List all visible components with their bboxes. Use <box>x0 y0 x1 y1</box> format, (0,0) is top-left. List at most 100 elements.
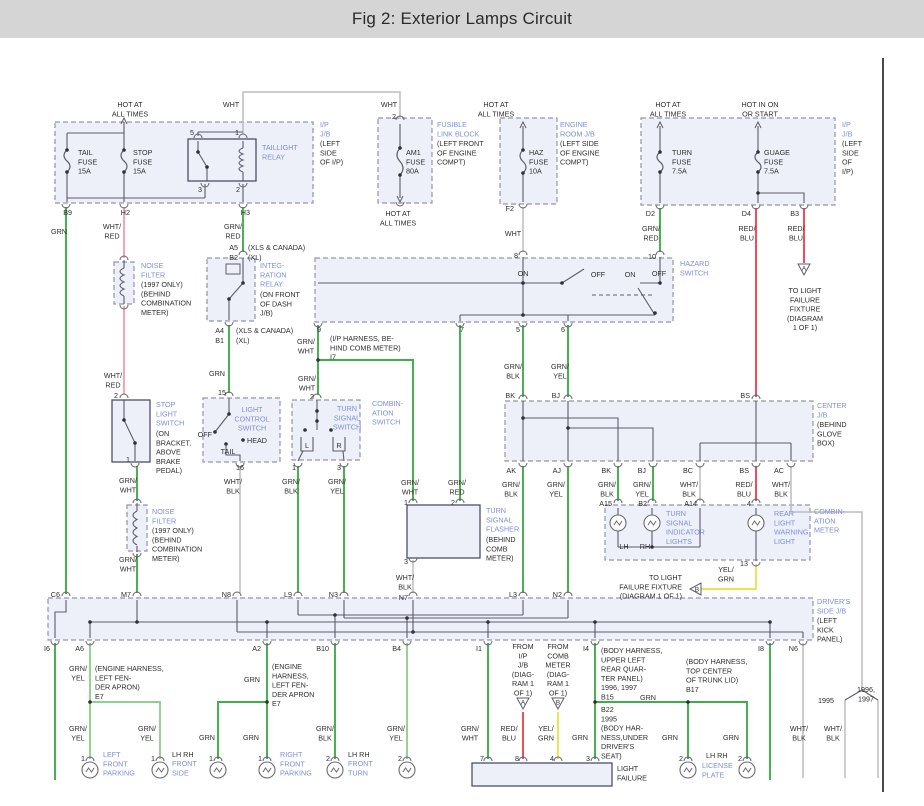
junction-dot <box>560 281 564 285</box>
wire-label: M7 <box>121 590 131 599</box>
connector-arc-icon <box>119 393 129 399</box>
wire-label: 2 <box>679 754 683 763</box>
wire-label: TO LIGHT FAILURE FIXTURE (DIAGRAM 1 OF 1) <box>619 573 682 601</box>
wire-label: 2 <box>114 391 118 400</box>
junction-dot <box>133 441 137 445</box>
wire-label: A4 <box>215 326 224 335</box>
wire-label: 2 <box>392 112 396 121</box>
component-name-label: TURN SIGNAL FLASHER <box>486 506 519 534</box>
wire-label: RH <box>640 542 650 551</box>
wire-label: A15 <box>599 499 612 508</box>
component-name-label: LICENSE PLATE <box>702 761 733 779</box>
wire-label: B1 <box>215 336 224 345</box>
wire-label: BJ <box>638 466 647 475</box>
wire-label: 3 <box>198 185 202 194</box>
wiring-diagram-page: A B A B HOT AT ALL TIMES WHT WHT HOT AT ALL TIMES… <box>0 0 924 806</box>
junction-dot <box>686 700 690 704</box>
wire-label: GRN/YEL <box>633 480 651 498</box>
junction-dot <box>316 358 320 362</box>
wire-label: LH RH <box>348 750 370 759</box>
wire-label: L3 <box>509 590 517 599</box>
component-box <box>471 762 613 787</box>
wire-label: AC <box>774 466 784 475</box>
wire-label: GRN <box>572 733 588 742</box>
wire-label: GRN <box>662 733 678 742</box>
junction-dot <box>213 430 217 434</box>
wire-label: LIGHT FAILURE <box>617 764 647 782</box>
component-name-label: FRONT TURN <box>348 759 373 777</box>
wire-label: GRN/WHT <box>297 337 315 355</box>
wire-label: 8 <box>515 754 519 763</box>
wire-label: N6 <box>789 644 798 653</box>
wire-label: RED/BLU <box>735 480 752 498</box>
junction-dot <box>65 170 69 174</box>
wire-label: 1995 <box>818 696 834 705</box>
wire-label: BJ <box>552 391 561 400</box>
wire-label: 2 <box>398 754 402 763</box>
wire-label: GRN <box>51 227 67 236</box>
wire-label: BK <box>505 391 515 400</box>
wire-label: WHT/BLK <box>224 477 242 495</box>
wire-label: FROM I/P J/B (DIAG-RAM 1 OF 1) <box>512 642 535 698</box>
wire-label: 16 <box>236 463 244 472</box>
wire-label: (I/P HARNESS, BE-HIND COMB METER) I7 <box>330 334 401 362</box>
wire-label: B2 <box>229 253 238 262</box>
wire-label: 1 <box>81 754 85 763</box>
wire-label: TO LIGHT FAILURE FIXTURE (DIAGRAM 1 OF 1) <box>787 286 823 332</box>
component-name-label: I/P J/B <box>842 120 853 138</box>
wire-label: GRN/WHT <box>119 555 137 573</box>
wire-label: 10 <box>648 252 656 261</box>
wire-label: GRN/WHT <box>461 724 479 742</box>
wire-label: GRN <box>640 693 656 702</box>
wire-label: YEL/GRN <box>538 724 554 742</box>
wire-label: 2 <box>451 498 455 507</box>
wire-label: GRN/WHT <box>401 478 419 496</box>
wire-label: GRN/BLK <box>502 480 520 498</box>
wire-label: I1 <box>476 644 482 653</box>
junction-dot <box>135 620 139 624</box>
wire-label: (LEFT FRONT OF ENGINE COMPT) <box>437 139 484 167</box>
junction-dot <box>122 170 126 174</box>
wire-label: WHT/BLK <box>680 480 698 498</box>
wire-label: WHT/BLK <box>790 724 808 742</box>
wire-label: (LEFT SIDE OF I/P) <box>842 139 863 176</box>
component-box <box>406 504 481 559</box>
wire-label: HOT IN ON OR START <box>741 100 778 118</box>
wire-label: (1997 ONLY) (BEHIND COMBINATION METER) <box>152 526 202 563</box>
junction-dot <box>486 620 490 624</box>
junction-dot <box>756 191 760 195</box>
junction-dot <box>398 173 402 177</box>
wire-label: R <box>336 441 341 450</box>
junction-dot <box>650 545 654 549</box>
wire-label: ON <box>625 270 636 279</box>
wire-label: B2 <box>638 499 647 508</box>
junction-block-box <box>47 597 814 641</box>
wire-label: N3 <box>329 590 338 599</box>
junction-dot <box>241 281 245 285</box>
junction-dot <box>315 409 319 413</box>
wire-label: OFF <box>652 269 667 278</box>
wire-label: A6 <box>75 644 84 653</box>
wire-label: GRN/WHT <box>298 374 316 392</box>
wire-label: B3 <box>790 209 799 218</box>
wire-label: I8 <box>758 644 764 653</box>
title-bar: Fig 2: Exterior Lamps Circuit <box>0 0 924 38</box>
component-name-label: COMBIN-ATION SWITCH <box>372 399 404 427</box>
wire-label: GRN/YEL <box>387 724 405 742</box>
wire-segment <box>217 701 267 759</box>
wire-label: WHT <box>381 100 398 109</box>
wire-label: (ENGINE HARNESS, LEFT FEN-DER APRON) E7 <box>95 664 164 701</box>
junction-dot <box>122 148 126 152</box>
junction-dot <box>768 620 772 624</box>
junction-dot <box>658 281 662 285</box>
wire-label: H2 <box>121 208 130 217</box>
triangle-connector-letter: B <box>695 587 699 594</box>
junction-dot <box>405 616 409 620</box>
component-name-label: STOP LIGHT SWITCH <box>156 400 184 428</box>
junction-dot <box>521 313 525 317</box>
junction-dot <box>122 418 126 422</box>
wire-label: (XLS & CANADA) <box>248 243 305 252</box>
component-name-label: HAZARD SWITCH <box>680 259 710 277</box>
wiring-diagram: ABA BHOT AT ALL TIMESWHT WHT HOT AT ALL TIMES… <box>44 58 884 792</box>
wire-label: OFF <box>198 430 213 439</box>
